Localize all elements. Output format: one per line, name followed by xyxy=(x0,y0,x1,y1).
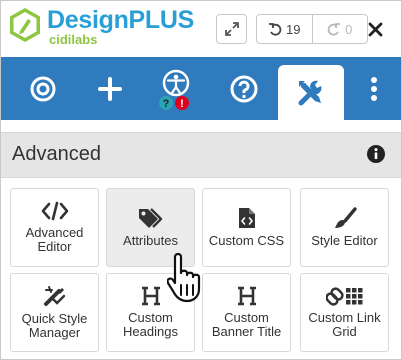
tile-label: Editor xyxy=(37,239,72,254)
info-icon[interactable] xyxy=(366,144,386,164)
expand-button[interactable] xyxy=(216,14,247,44)
plus-icon xyxy=(98,76,122,101)
css-file-icon xyxy=(238,208,255,228)
tile-label: Grid xyxy=(332,324,357,339)
redo-count: 0 xyxy=(345,21,353,37)
magic-tools-icon xyxy=(43,286,65,306)
tile-advanced-editor[interactable]: Advanced Editor xyxy=(10,188,99,267)
designplus-panel: DesignPLUS cidilabs 19 0 ? ! Advanced Ad… xyxy=(0,0,402,360)
redo-icon xyxy=(327,23,341,36)
tile-label: Manager xyxy=(28,325,81,340)
target-icon xyxy=(30,76,56,101)
tile-style-editor[interactable]: Style Editor xyxy=(300,188,389,267)
undo-icon xyxy=(269,23,282,36)
tile-label: Quick Style xyxy=(21,311,88,326)
accessibility-question-badge: ? xyxy=(163,98,170,110)
panel-header: DesignPLUS cidilabs 19 0 xyxy=(1,1,401,57)
toolbar-more-button[interactable] xyxy=(360,57,388,120)
more-icon xyxy=(371,76,377,101)
toolbar-add-button[interactable] xyxy=(88,57,132,120)
paintbrush-icon xyxy=(334,207,357,228)
tile-label: Attributes xyxy=(123,233,178,248)
section-title: Advanced xyxy=(12,143,101,165)
tile-label: Custom xyxy=(224,310,269,325)
accessibility-alert-badge: ! xyxy=(180,98,184,110)
tile-label: Custom CSS xyxy=(208,233,285,248)
expand-icon xyxy=(224,22,239,36)
close-icon xyxy=(368,22,382,36)
main-toolbar: ? ! xyxy=(1,57,401,120)
code-icon xyxy=(41,201,68,221)
tile-label: Banner Title xyxy=(211,324,282,339)
brand-name: DesignPLUS xyxy=(47,6,195,34)
heading-icon xyxy=(141,286,160,306)
undo-count: 19 xyxy=(286,21,301,37)
tile-label: Advanced xyxy=(25,225,84,240)
tags-icon xyxy=(138,208,162,228)
heading-icon xyxy=(237,286,256,306)
tile-label: Headings xyxy=(123,324,178,339)
undo-button[interactable]: 19 xyxy=(257,15,312,43)
tile-label: Custom xyxy=(128,310,173,325)
redo-button[interactable]: 0 xyxy=(311,15,368,43)
tools-icon xyxy=(298,80,322,105)
tile-label: Custom Link xyxy=(308,310,381,325)
advanced-section-header: Advanced xyxy=(1,132,401,178)
help-icon xyxy=(230,75,258,102)
toolbar-tools-button[interactable] xyxy=(278,65,344,120)
toolbar-help-button[interactable] xyxy=(222,57,266,120)
tile-quick-style-manager[interactable]: Quick Style Manager xyxy=(10,273,99,352)
tile-custom-link-grid[interactable]: Custom Link Grid xyxy=(300,273,389,352)
toolbar-accessibility-button[interactable]: ? ! xyxy=(151,57,201,120)
accessibility-icon: ? ! xyxy=(159,69,190,110)
link-grid-icon xyxy=(325,287,362,306)
designplus-logo-icon xyxy=(10,8,40,42)
undo-redo-group: 19 0 xyxy=(256,14,368,44)
brand-subtitle: cidilabs xyxy=(49,32,98,47)
tile-label: Style Editor xyxy=(311,233,378,248)
hand-pointer-cursor-icon xyxy=(167,252,201,303)
close-button[interactable] xyxy=(365,17,385,41)
toolbar-target-button[interactable] xyxy=(21,57,65,120)
